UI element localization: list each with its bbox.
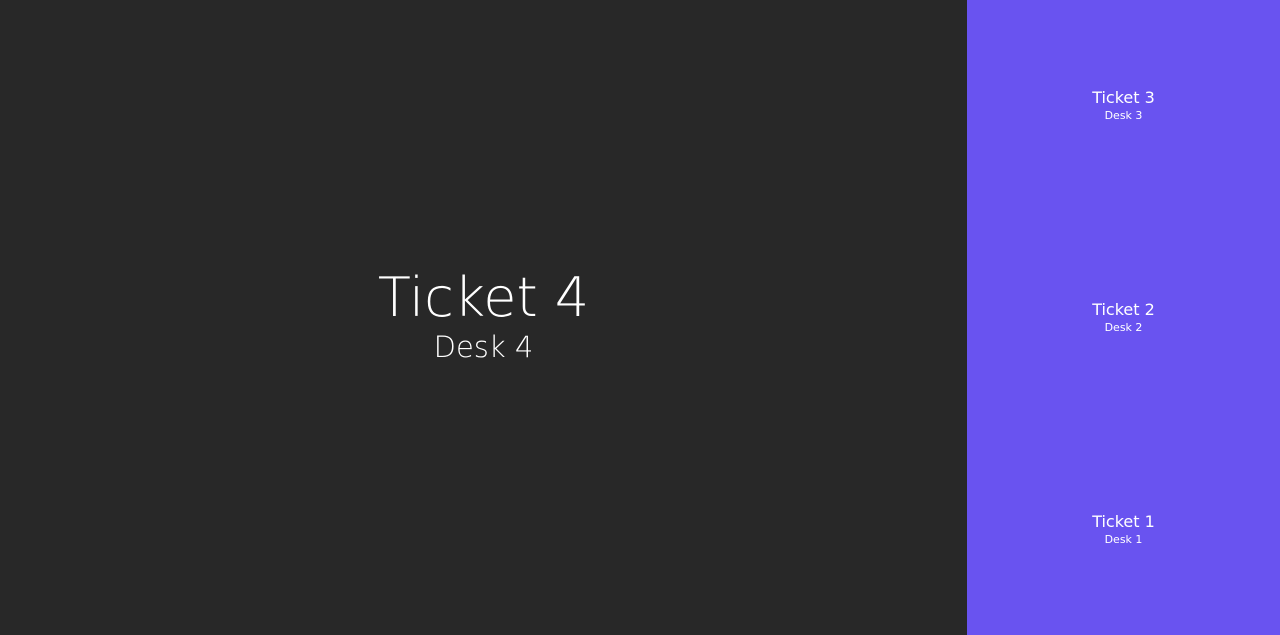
- history-ticket-2: Ticket 2 Desk 2: [967, 300, 1280, 335]
- current-ticket-number: Ticket 4: [377, 266, 590, 329]
- ticket-display: Ticket 4 Desk 4 Ticket 3 Desk 3 Ticket 2…: [0, 0, 1280, 635]
- current-ticket: Ticket 4 Desk 4: [0, 268, 967, 365]
- history-ticket-desk: Desk 3: [1104, 109, 1143, 122]
- history-ticket-1: Ticket 1 Desk 1: [967, 512, 1280, 547]
- current-ticket-desk: Desk 4: [433, 330, 534, 364]
- history-ticket-desk: Desk 1: [1104, 533, 1143, 546]
- history-ticket-number: Ticket 1: [1092, 512, 1155, 531]
- history-ticket-desk: Desk 2: [1104, 321, 1143, 334]
- history-ticket-3: Ticket 3 Desk 3: [967, 88, 1280, 123]
- current-ticket-panel: Ticket 4 Desk 4: [0, 0, 967, 635]
- ticket-history-sidebar: Ticket 3 Desk 3 Ticket 2 Desk 2 Ticket 1…: [967, 0, 1280, 635]
- history-ticket-number: Ticket 2: [1092, 300, 1155, 319]
- history-ticket-number: Ticket 3: [1092, 88, 1155, 107]
